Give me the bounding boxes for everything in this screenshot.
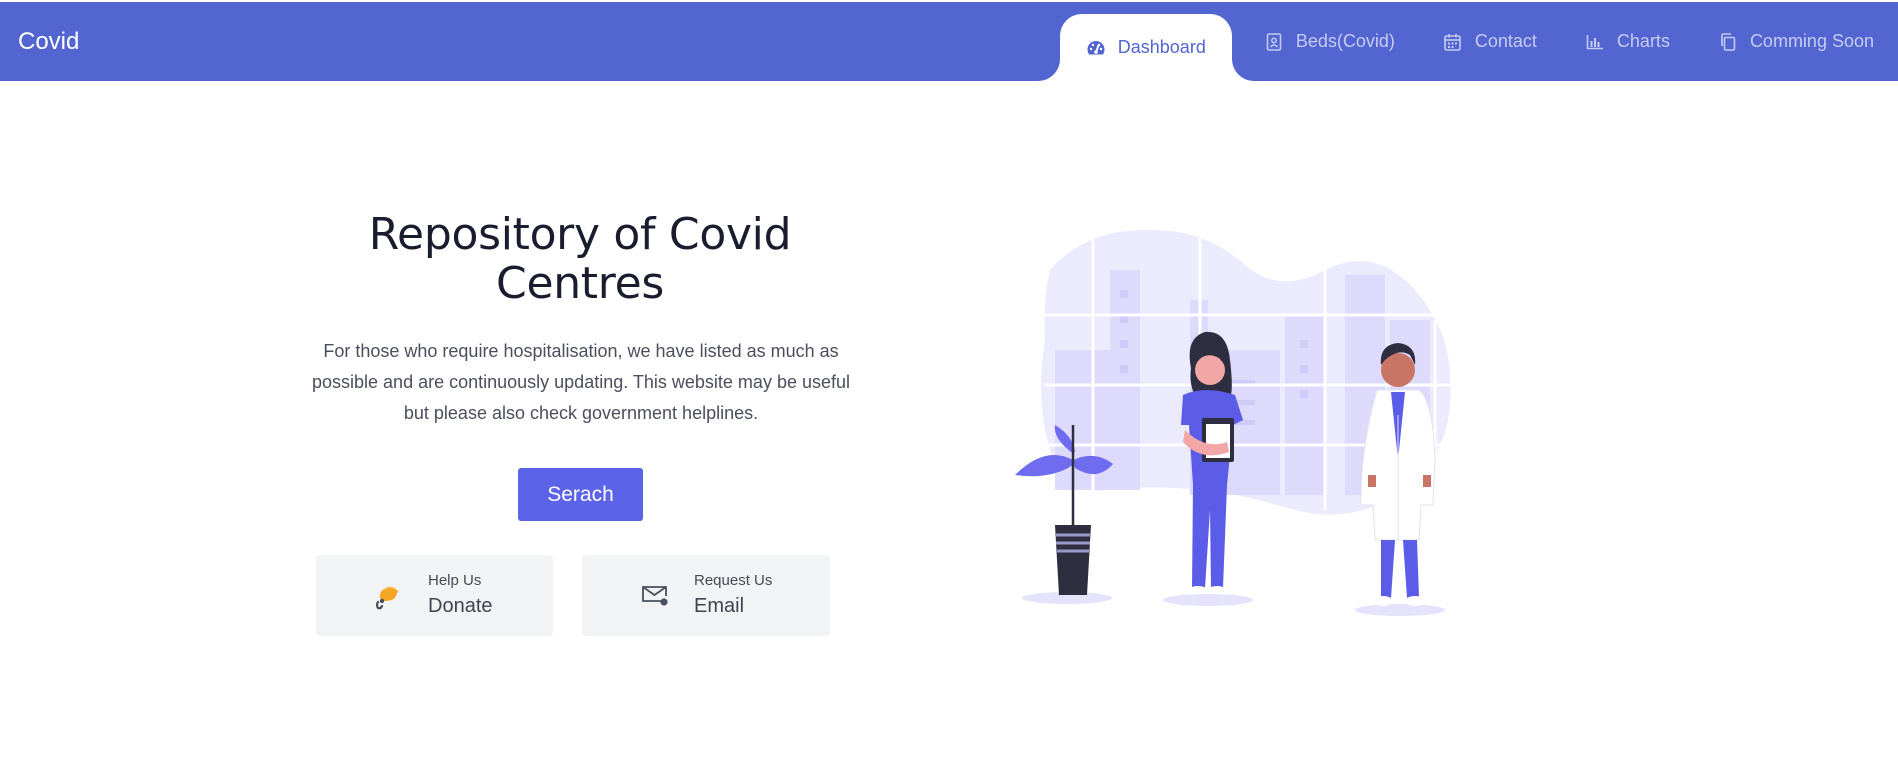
page-title: Repository of Covid Centres xyxy=(368,209,792,309)
tab-charts-label: Charts xyxy=(1616,31,1670,51)
mail-icon xyxy=(640,581,670,611)
dashboard-gauge-icon xyxy=(1086,38,1106,58)
tab-charts[interactable]: Charts xyxy=(1561,2,1694,81)
calendar-icon xyxy=(1443,32,1463,52)
tab-contact-label: Contact xyxy=(1474,31,1537,51)
top-navbar: Covid Dashboard Beds(Covid) Contact Char… xyxy=(0,2,1898,81)
tab-contact[interactable]: Contact xyxy=(1419,2,1561,81)
tab-dashboard[interactable]: Dashboard xyxy=(1059,14,1232,81)
email-card[interactable]: Request Us Email xyxy=(582,555,830,636)
donate-card[interactable]: Help Us Donate xyxy=(316,555,553,636)
piggy-coin-icon xyxy=(372,581,402,611)
tab-comming-soon[interactable]: Comming Soon xyxy=(1694,2,1898,81)
search-button[interactable]: Serach xyxy=(518,468,643,521)
tab-beds-covid-label: Beds(Covid) xyxy=(1295,31,1395,51)
copy-pages-icon xyxy=(1718,32,1738,52)
email-big-label: Email xyxy=(694,595,745,617)
hero-description: For those who require hospitalisation, w… xyxy=(312,341,850,423)
medical-staff-illustration xyxy=(1005,220,1555,620)
nav-tabs: Dashboard Beds(Covid) Contact Charts Com… xyxy=(1059,2,1898,81)
contact-book-icon xyxy=(1264,32,1284,52)
tab-dashboard-label: Dashboard xyxy=(1117,37,1206,57)
brand-logo-text[interactable]: Covid xyxy=(18,26,79,58)
tab-beds-covid[interactable]: Beds(Covid) xyxy=(1240,2,1419,81)
donate-text: Help Us Donate xyxy=(428,572,493,619)
donate-big-label: Donate xyxy=(428,595,493,617)
email-small-label: Request Us xyxy=(694,572,773,589)
bar-chart-icon xyxy=(1585,32,1605,52)
donate-small-label: Help Us xyxy=(428,572,482,589)
tab-comming-soon-label: Comming Soon xyxy=(1749,31,1874,51)
email-text: Request Us Email xyxy=(694,572,772,619)
